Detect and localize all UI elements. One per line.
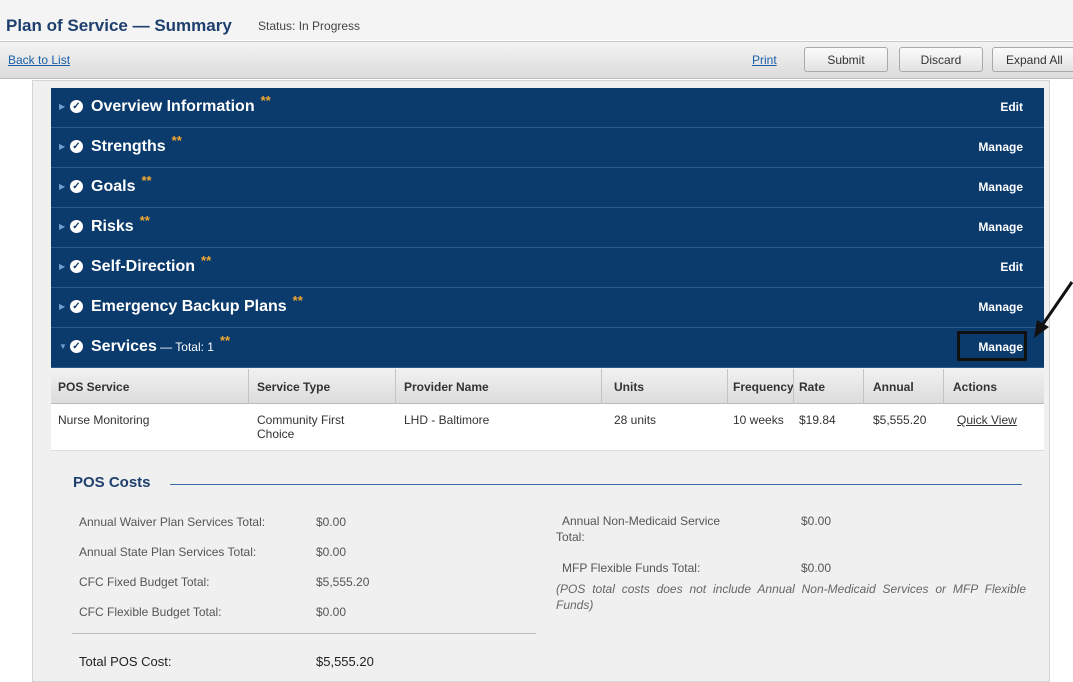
section-goals[interactable]: ▶ ✓ Goals ** Manage xyxy=(51,168,1044,208)
cell-frequency: 10 weeks xyxy=(733,413,784,427)
col-actions: Actions xyxy=(953,380,998,394)
cost-value: $0.00 xyxy=(316,515,347,529)
column-divider xyxy=(248,369,249,403)
column-divider xyxy=(727,369,728,403)
cost-label: Annual State Plan Services Total: xyxy=(79,545,257,559)
expand-arrow-icon[interactable]: ▶ xyxy=(59,102,65,111)
cell-rate: $19.84 xyxy=(799,413,836,427)
check-circle-icon: ✓ xyxy=(70,300,83,313)
collapse-arrow-icon[interactable]: ▼ xyxy=(59,342,67,351)
expand-arrow-icon[interactable]: ▶ xyxy=(59,262,65,271)
status-text: Status: In Progress xyxy=(258,19,361,33)
back-to-list-link[interactable]: Back to List xyxy=(8,53,70,67)
cost-value: $0.00 xyxy=(801,561,832,575)
check-circle-icon: ✓ xyxy=(70,220,83,233)
table-header: POS Service Service Type Provider Name U… xyxy=(51,369,1044,404)
discard-button[interactable]: Discard xyxy=(899,47,983,72)
section-title: Goals ** xyxy=(91,173,152,195)
cost-value: $5,555.20 xyxy=(316,575,370,589)
divider xyxy=(170,484,1022,485)
divider xyxy=(72,633,536,634)
col-annual: Annual xyxy=(873,380,914,394)
required-stars: ** xyxy=(171,133,182,148)
column-divider xyxy=(943,369,944,403)
toolbar: Back to List Print Submit Discard Expand… xyxy=(0,41,1073,79)
cell-units: 28 units xyxy=(614,413,657,427)
section-strengths[interactable]: ▶ ✓ Strengths ** Manage xyxy=(51,128,1044,168)
expand-all-button[interactable]: Expand All xyxy=(992,47,1073,72)
cost-label: CFC Flexible Budget Total: xyxy=(79,605,222,619)
edit-self-direction-button[interactable]: Edit xyxy=(1000,260,1023,274)
manage-goals-button[interactable]: Manage xyxy=(978,180,1023,194)
cell-provider: LHD - Baltimore xyxy=(404,413,490,427)
column-divider xyxy=(601,369,602,403)
section-list: ▶ ✓ Overview Information ** Edit ▶ ✓ Stre… xyxy=(51,88,1044,368)
quick-view-link[interactable]: Quick View xyxy=(957,413,1017,427)
section-title: Services — Total: 1 ** xyxy=(91,333,231,355)
expand-arrow-icon[interactable]: ▶ xyxy=(59,222,65,231)
title-bar: Plan of Service — Summary Status: In Pro… xyxy=(0,0,1073,40)
col-provider-name: Provider Name xyxy=(404,380,489,394)
cost-value: $0.00 xyxy=(316,545,347,559)
services-table: POS Service Service Type Provider Name U… xyxy=(51,369,1044,451)
check-circle-icon: ✓ xyxy=(70,340,83,353)
cost-note: (POS total costs does not include Annual… xyxy=(556,582,1026,612)
page-title: Plan of Service — Summary xyxy=(6,16,232,35)
check-circle-icon: ✓ xyxy=(70,140,83,153)
section-risks[interactable]: ▶ ✓ Risks ** Manage xyxy=(51,208,1044,248)
edit-overview-button[interactable]: Edit xyxy=(1000,100,1023,114)
annotation-arrow-icon xyxy=(1034,281,1073,338)
required-stars: ** xyxy=(260,93,271,108)
check-circle-icon: ✓ xyxy=(70,100,83,113)
cost-label: Annual Non-Medicaid Service xyxy=(562,514,721,528)
print-link[interactable]: Print xyxy=(752,53,777,67)
highlight-box xyxy=(957,331,1027,361)
cost-value: $0.00 xyxy=(316,605,347,619)
expand-arrow-icon[interactable]: ▶ xyxy=(59,142,65,151)
required-stars: ** xyxy=(219,333,231,348)
col-rate: Rate xyxy=(799,380,826,394)
cell-service-type: Community First Choice xyxy=(257,413,345,441)
col-pos-service: POS Service xyxy=(58,380,130,394)
cell-annual: $5,555.20 xyxy=(873,413,927,427)
section-title: Overview Information ** xyxy=(91,93,271,115)
cost-label: MFP Flexible Funds Total: xyxy=(562,561,701,575)
section-self-direction[interactable]: ▶ ✓ Self-Direction ** Edit xyxy=(51,248,1044,288)
required-stars: ** xyxy=(139,213,150,228)
column-divider xyxy=(863,369,864,403)
col-units: Units xyxy=(614,380,644,394)
cost-label: CFC Fixed Budget Total: xyxy=(79,575,210,589)
column-divider xyxy=(395,369,396,403)
col-service-type: Service Type xyxy=(257,380,331,394)
cost-value: $0.00 xyxy=(801,514,832,528)
expand-arrow-icon[interactable]: ▶ xyxy=(59,302,65,311)
manage-emergency-plans-button[interactable]: Manage xyxy=(978,300,1023,314)
check-circle-icon: ✓ xyxy=(70,180,83,193)
manage-strengths-button[interactable]: Manage xyxy=(978,140,1023,154)
section-title: Risks ** xyxy=(91,213,150,235)
submit-button[interactable]: Submit xyxy=(804,47,888,72)
pos-costs-title: POS Costs xyxy=(73,474,151,491)
section-emergency-backup-plans[interactable]: ▶ ✓ Emergency Backup Plans ** Manage xyxy=(51,288,1044,328)
required-stars: ** xyxy=(141,173,152,188)
total-pos-cost-label: Total POS Cost: xyxy=(79,654,172,669)
section-title: Emergency Backup Plans ** xyxy=(91,293,303,315)
expand-arrow-icon[interactable]: ▶ xyxy=(59,182,65,191)
section-title: Self-Direction ** xyxy=(91,253,212,275)
section-title: Strengths ** xyxy=(91,133,182,155)
cost-label: Annual Waiver Plan Services Total: xyxy=(79,515,266,529)
required-stars: ** xyxy=(292,293,303,308)
col-frequency: Frequency xyxy=(733,380,794,394)
section-overview-information[interactable]: ▶ ✓ Overview Information ** Edit xyxy=(51,88,1044,128)
table-row: Nurse Monitoring Community First Choice L… xyxy=(51,404,1044,451)
manage-risks-button[interactable]: Manage xyxy=(978,220,1023,234)
cost-label: Total: xyxy=(556,530,585,544)
check-circle-icon: ✓ xyxy=(70,260,83,273)
section-services[interactable]: ▼ ✓ Services — Total: 1 ** Manage xyxy=(51,328,1044,368)
column-divider xyxy=(793,369,794,403)
required-stars: ** xyxy=(201,253,212,268)
total-pos-cost-value: $5,555.20 xyxy=(316,654,374,669)
cell-service: Nurse Monitoring xyxy=(58,413,150,427)
